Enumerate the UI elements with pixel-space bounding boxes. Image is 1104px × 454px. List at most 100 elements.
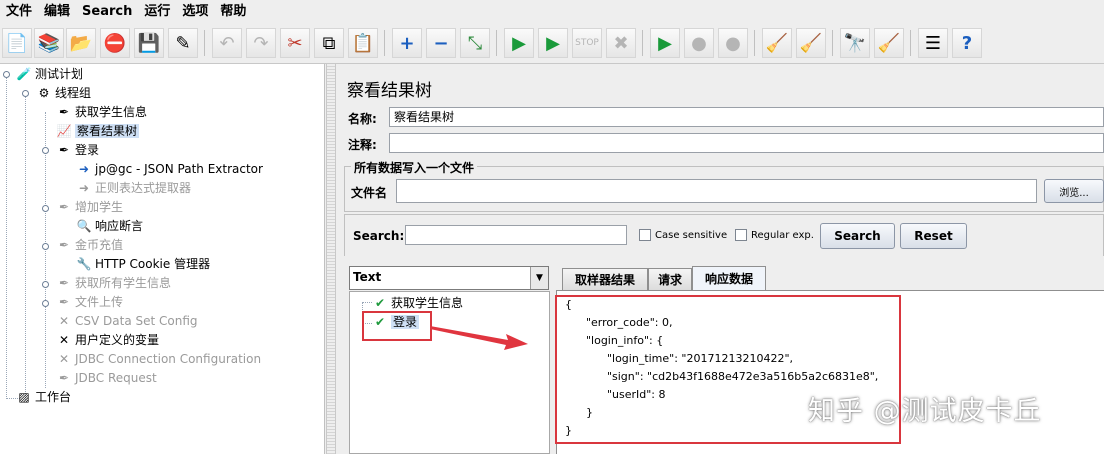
- tree-node-sampler[interactable]: ✒ 文件上传: [56, 293, 123, 312]
- tree-node-sampler[interactable]: ✒ 增加学生: [56, 198, 123, 217]
- paste-icon[interactable]: 📋: [348, 28, 378, 58]
- page-title: 察看结果树: [347, 81, 432, 101]
- pipette-icon: ✒: [58, 200, 70, 214]
- function-helper-icon[interactable]: ☰: [918, 28, 948, 58]
- remote-exit-icon[interactable]: ●: [718, 28, 748, 58]
- menu-options[interactable]: 选项: [176, 0, 214, 24]
- tree-guide: [362, 302, 372, 303]
- toggle-icon[interactable]: ⤡: [460, 28, 490, 58]
- reset-search-icon[interactable]: 🧹: [874, 28, 904, 58]
- tree-guide: [25, 94, 26, 400]
- tree-expand-knob[interactable]: [3, 71, 10, 78]
- wrench-icon: ✕: [58, 333, 70, 347]
- toolbar-separator: [910, 30, 911, 56]
- menu-file[interactable]: 文件: [0, 0, 38, 24]
- start-no-pause-icon[interactable]: ▶: [538, 28, 568, 58]
- tree-guide: [6, 74, 7, 399]
- tree-expand-knob[interactable]: [42, 243, 49, 250]
- templates-icon[interactable]: 📚: [34, 28, 64, 58]
- copy-icon[interactable]: ⧉: [314, 28, 344, 58]
- regex-checkbox[interactable]: [735, 229, 747, 241]
- panel-splitter[interactable]: [326, 64, 336, 454]
- tree-node-sampler[interactable]: ✒ 登录: [56, 141, 99, 160]
- renderer-select-value: Text: [353, 270, 382, 284]
- tree-node-sampler[interactable]: ✒ 获取所有学生信息: [56, 274, 171, 293]
- redo-icon[interactable]: ↷: [246, 28, 276, 58]
- start-icon[interactable]: ▶: [504, 28, 534, 58]
- tree-expand-knob[interactable]: [42, 300, 49, 307]
- menu-edit[interactable]: 编辑: [38, 0, 76, 24]
- tree-node-thread-group[interactable]: ⚙ 线程组: [36, 84, 91, 103]
- tree-node-regex-extractor[interactable]: ➜ 正则表达式提取器: [76, 179, 191, 198]
- save-as-icon[interactable]: ✎: [168, 28, 198, 58]
- menu-bar: 文件 编辑 Search 运行 选项 帮助: [0, 0, 1104, 24]
- search-input[interactable]: [405, 225, 627, 245]
- search-label: Search:: [353, 229, 405, 243]
- tree-expand-knob[interactable]: [42, 147, 49, 154]
- pipette-icon: ✒: [58, 371, 70, 385]
- clear-all-icon[interactable]: 🧹: [796, 28, 826, 58]
- tree-node-user-variables[interactable]: ✕ 用户定义的变量: [56, 331, 159, 350]
- search-button[interactable]: Search: [820, 223, 895, 249]
- stop-icon[interactable]: STOP: [572, 28, 602, 58]
- tree-node-workbench[interactable]: ▨ 工作台: [16, 388, 71, 407]
- flask-icon: 🧪: [16, 67, 32, 81]
- annotation-arrow-icon: [430, 326, 528, 350]
- tab-request[interactable]: 请求: [648, 268, 692, 290]
- chevron-down-icon[interactable]: ▼: [530, 267, 548, 289]
- renderer-select[interactable]: Text ▼: [349, 266, 549, 290]
- comment-field[interactable]: [389, 133, 1104, 153]
- chart-icon: 📈: [56, 124, 72, 138]
- clear-icon[interactable]: 🧹: [762, 28, 792, 58]
- browse-button[interactable]: 浏览...: [1044, 179, 1104, 203]
- new-icon[interactable]: 📄: [2, 28, 32, 58]
- menu-help[interactable]: 帮助: [214, 0, 252, 24]
- wrench-icon: ✕: [58, 314, 70, 328]
- filename-field[interactable]: [396, 179, 1037, 203]
- menu-search[interactable]: Search: [76, 0, 138, 24]
- tree-node-results-tree[interactable]: 📈 察看结果树: [56, 122, 140, 141]
- shutdown-icon[interactable]: ✖: [606, 28, 636, 58]
- comment-label: 注释:: [348, 138, 377, 152]
- tree-expand-knob[interactable]: [42, 281, 49, 288]
- toolbar-separator: [204, 30, 205, 56]
- remote-stop-icon[interactable]: ●: [684, 28, 714, 58]
- tree-node-assertion[interactable]: 🔍 响应断言: [76, 217, 144, 236]
- search-icon[interactable]: 🔭: [840, 28, 870, 58]
- expand-icon[interactable]: +: [392, 28, 422, 58]
- save-icon[interactable]: 💾: [134, 28, 164, 58]
- cut-icon[interactable]: ✂: [280, 28, 310, 58]
- tab-sampler-result[interactable]: 取样器结果: [562, 268, 648, 290]
- tree-node-cookie-manager[interactable]: 🔧 HTTP Cookie 管理器: [76, 255, 211, 274]
- wrench-icon: ✕: [58, 352, 70, 366]
- toolbar-separator: [754, 30, 755, 56]
- open-icon[interactable]: 📂: [66, 28, 96, 58]
- pipette-icon: ✒: [58, 276, 70, 290]
- pipette-icon: ✒: [58, 105, 70, 119]
- regex-label: Regular exp.: [751, 230, 814, 241]
- tab-response-data[interactable]: 响应数据: [692, 266, 766, 290]
- toolbar-separator: [832, 30, 833, 56]
- close-icon[interactable]: ⛔: [100, 28, 130, 58]
- tree-node-jdbc-config[interactable]: ✕ JDBC Connection Configuration: [56, 350, 261, 369]
- case-sensitive-checkbox[interactable]: [639, 229, 651, 241]
- wrench-icon: 🔧: [76, 257, 92, 271]
- tree-node-sampler[interactable]: ✒ 金币充值: [56, 236, 123, 255]
- reset-button[interactable]: Reset: [900, 223, 967, 249]
- name-field[interactable]: 察看结果树: [389, 107, 1104, 127]
- tree-node-json-extractor[interactable]: ➜ jp@gc - JSON Path Extractor: [76, 160, 263, 179]
- menu-run[interactable]: 运行: [138, 0, 176, 24]
- test-plan-tree: 🧪 测试计划 ⚙ 线程组 ✒ 获取学生信息 📈 察看结果树 ✒ 登录 ➜ jp@gc - J…: [0, 64, 325, 454]
- remote-start-icon[interactable]: ▶: [650, 28, 680, 58]
- tree-node-sampler[interactable]: ✒ 获取学生信息: [56, 103, 147, 122]
- watermark: 知乎 @测试皮卡丘: [808, 396, 1042, 427]
- tree-node-jdbc-request[interactable]: ✒ JDBC Request: [56, 369, 157, 388]
- tree-expand-knob[interactable]: [22, 90, 29, 97]
- collapse-icon[interactable]: −: [426, 28, 456, 58]
- help-icon[interactable]: ?: [952, 28, 982, 58]
- undo-icon[interactable]: ↶: [212, 28, 242, 58]
- toolbar-separator: [384, 30, 385, 56]
- tree-node-csv-config[interactable]: ✕ CSV Data Set Config: [56, 312, 198, 331]
- tree-node-test-plan[interactable]: 🧪 测试计划: [16, 65, 84, 84]
- tree-expand-knob[interactable]: [42, 205, 49, 212]
